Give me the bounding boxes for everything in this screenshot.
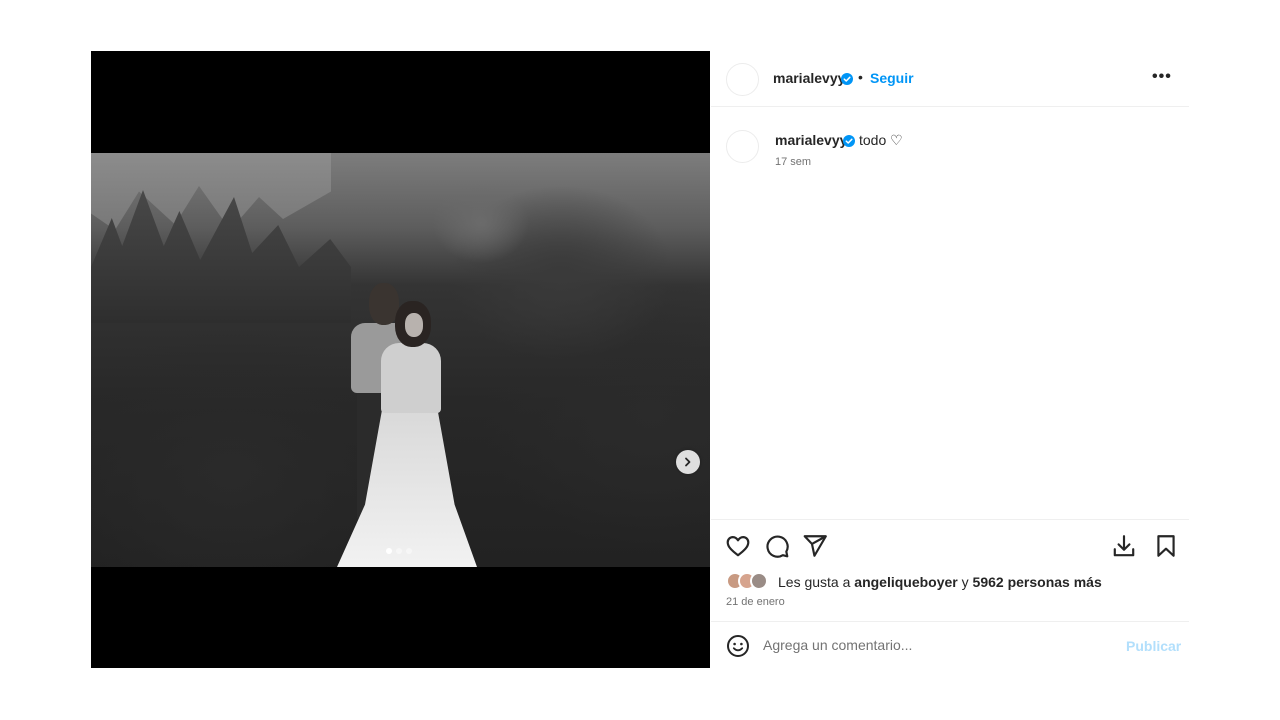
likes-count-link[interactable]: 5962 personas más [973, 574, 1102, 590]
follow-button[interactable]: Seguir [870, 70, 914, 86]
avatar[interactable] [726, 130, 759, 163]
post-media[interactable] [91, 51, 710, 668]
comment-input[interactable] [763, 634, 1103, 656]
paper-plane-icon[interactable] [802, 533, 828, 559]
photo-figure-part [381, 343, 441, 413]
liker-avatars[interactable] [726, 572, 768, 590]
separator-bullet: • [858, 69, 863, 85]
photo-couple [337, 283, 487, 567]
more-options-icon[interactable]: ••• [1152, 68, 1172, 86]
comment-bubble-icon[interactable] [764, 533, 790, 559]
verified-badge-icon [843, 133, 855, 151]
avatar[interactable] [750, 572, 768, 590]
likes-joiner: y [957, 574, 973, 590]
post-side-panel: marialevyy • Seguir ••• marialevyy todo … [711, 51, 1189, 668]
caption-username[interactable]: marialevyy [775, 132, 847, 148]
post-header: marialevyy • Seguir ••• [711, 51, 1189, 107]
post-photo[interactable] [91, 153, 710, 567]
caption-text: todo ♡ [859, 132, 903, 148]
carousel-next-button[interactable] [676, 450, 700, 474]
carousel-dot [406, 548, 412, 554]
post-date[interactable]: 21 de enero [726, 596, 785, 608]
photo-figure-part [405, 313, 423, 337]
publish-button[interactable]: Publicar [1126, 638, 1181, 654]
bookmark-icon[interactable] [1153, 533, 1179, 559]
verified-badge-icon [841, 71, 853, 89]
emoji-icon[interactable] [726, 634, 750, 658]
comment-bar: Publicar [711, 621, 1189, 668]
caption-timestamp[interactable]: 17 sem [775, 156, 811, 168]
download-icon[interactable] [1111, 533, 1137, 559]
avatar[interactable] [726, 63, 759, 96]
carousel-dot [396, 548, 402, 554]
author-username[interactable]: marialevyy [773, 70, 845, 86]
liker-username[interactable]: angeliqueboyer [854, 574, 957, 590]
carousel-indicator [386, 548, 412, 554]
likes-summary: Les gusta a angeliqueboyer y 5962 person… [778, 574, 1102, 590]
carousel-dot [386, 548, 392, 554]
heart-icon[interactable] [725, 533, 751, 559]
likes-prefix: Les gusta a [778, 574, 855, 590]
chevron-right-icon [685, 457, 691, 467]
